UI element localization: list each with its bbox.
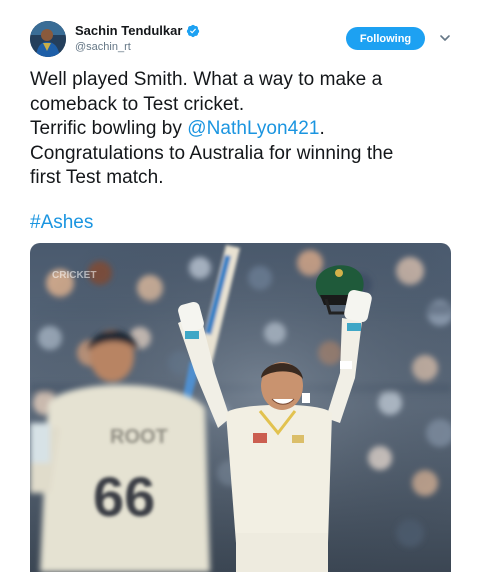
tweet-line: first Test match. xyxy=(30,167,164,188)
photo-watermark: CRICKET xyxy=(52,270,96,281)
avatar[interactable] xyxy=(30,21,66,57)
tweet-photo[interactable]: CRICKET ROOT 66 xyxy=(30,243,451,572)
hashtag-link[interactable]: #Ashes xyxy=(30,212,93,234)
author-handle[interactable]: @sachin_rt xyxy=(75,41,131,53)
author-name-row: Sachin Tendulkar xyxy=(75,23,200,38)
tweet-text: Well played Smith. What a way to make a … xyxy=(30,68,460,191)
verified-badge-icon xyxy=(187,24,200,37)
tweet-card: Sachin Tendulkar @sachin_rt Following We… xyxy=(0,0,477,572)
chevron-down-icon[interactable] xyxy=(438,31,452,45)
tweet-line-with-mention: Terrific bowling by @NathLyon421. xyxy=(30,117,460,142)
tweet-line: Congratulations to Australia for winning… xyxy=(30,142,394,164)
player-back-name: ROOT xyxy=(110,426,168,448)
tweet-line-suffix: . xyxy=(319,118,325,139)
avatar-image xyxy=(30,21,66,57)
mention-link[interactable]: @NathLyon421 xyxy=(187,118,319,139)
tweet-line: Well played Smith. What a way to make a xyxy=(30,69,383,90)
author-display-name[interactable]: Sachin Tendulkar xyxy=(75,23,182,38)
following-button[interactable]: Following xyxy=(346,27,425,50)
tweet-line-prefix: Terrific bowling by xyxy=(30,118,188,139)
tweet-line: comeback to Test cricket. xyxy=(30,93,245,115)
player-back-number: 66 xyxy=(93,465,155,528)
cricket-photo: CRICKET ROOT 66 xyxy=(30,243,451,572)
